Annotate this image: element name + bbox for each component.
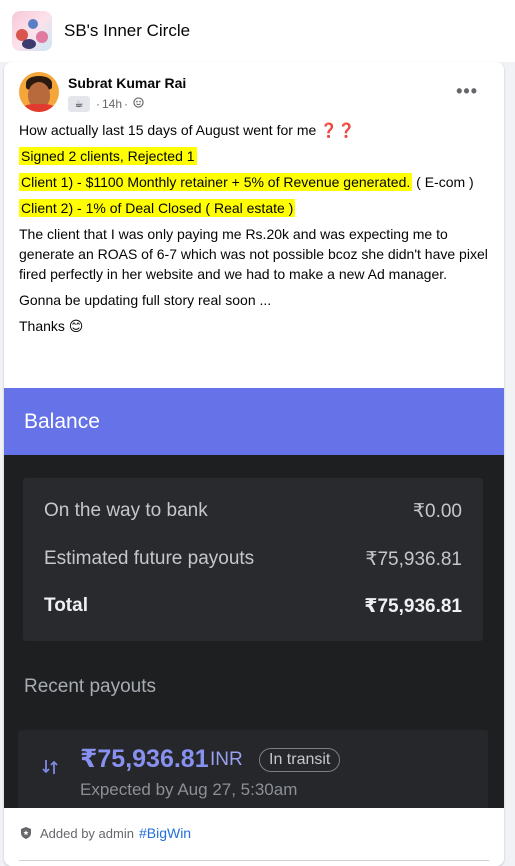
payout-screenshot[interactable]: Balance On the way to bank ₹0.00 Estimat…	[4, 388, 504, 808]
payout-amount: ₹75,936.81	[80, 745, 209, 773]
balance-row-label: Estimated future payouts	[44, 548, 255, 569]
divider	[19, 860, 489, 861]
post-paragraph: The client that I was only paying me Rs.…	[19, 226, 488, 282]
status-badge: In transit	[259, 748, 341, 772]
highlight-line-1: Signed 2 clients, Rejected 1	[19, 147, 197, 165]
meta-separator: ·	[124, 97, 129, 111]
balance-row-label: On the way to bank	[44, 500, 208, 521]
highlight-line-2: Client 1) - $1100 Monthly retainer + 5% …	[19, 173, 413, 191]
balance-row-value: ₹75,936.81	[365, 549, 462, 570]
group-avatar[interactable]	[12, 11, 52, 51]
post-card: Subrat Kumar Rai ☕ · 14h · ••• How actua…	[4, 62, 504, 866]
highlight-line-2-tail: ( E-com )	[412, 174, 474, 190]
highlight-line-3: Client 2) - 1% of Deal Closed ( Real est…	[19, 199, 296, 217]
post-intro: How actually last 15 days of August went…	[19, 122, 356, 138]
post-thanks: Thanks 😊	[19, 318, 84, 334]
admin-shield-icon	[19, 826, 33, 840]
payout-transaction: ₹75,936.81 INR In transit Expected by Au…	[18, 730, 488, 808]
balance-total-row: Total ₹75,936.81	[44, 595, 462, 618]
meta-separator: ·	[96, 97, 100, 111]
author-name[interactable]: Subrat Kumar Rai	[68, 75, 186, 91]
group-header: SB's Inner Circle	[0, 0, 515, 62]
balance-title: Balance	[24, 409, 100, 433]
added-by-text: Added by admin	[40, 825, 134, 841]
balance-row-value: ₹75,936.81	[364, 596, 462, 617]
audience-icon	[133, 97, 144, 111]
post-time[interactable]: 14h	[102, 97, 122, 111]
added-by-row: Added by admin #BigWin	[19, 825, 191, 841]
more-options-button[interactable]: •••	[456, 82, 478, 100]
post-header: Subrat Kumar Rai ☕ · 14h · •••	[19, 72, 492, 116]
post-update: Gonna be updating full story real soon .…	[19, 292, 272, 308]
payout-currency: INR	[210, 749, 243, 770]
payout-expected: Expected by Aug 27, 5:30am	[80, 780, 298, 799]
balance-header: Balance	[4, 388, 504, 455]
balance-row: Estimated future payouts ₹75,936.81	[44, 548, 462, 571]
post-footer: Added by admin #BigWin	[4, 808, 504, 866]
balance-box: On the way to bank ₹0.00 Estimated futur…	[23, 478, 483, 641]
transfer-arrows-icon	[40, 757, 60, 782]
group-title[interactable]: SB's Inner Circle	[64, 21, 190, 41]
coffee-badge-icon: ☕	[68, 96, 90, 112]
balance-row-value: ₹0.00	[412, 501, 462, 522]
hashtag-link[interactable]: #BigWin	[139, 825, 191, 841]
balance-row: On the way to bank ₹0.00	[44, 500, 462, 523]
author-avatar[interactable]	[19, 72, 59, 112]
post-meta: ☕ · 14h ·	[68, 96, 144, 112]
recent-payouts-label: Recent payouts	[24, 676, 157, 697]
post-body: How actually last 15 days of August went…	[19, 120, 489, 342]
balance-row-label: Total	[44, 595, 88, 616]
